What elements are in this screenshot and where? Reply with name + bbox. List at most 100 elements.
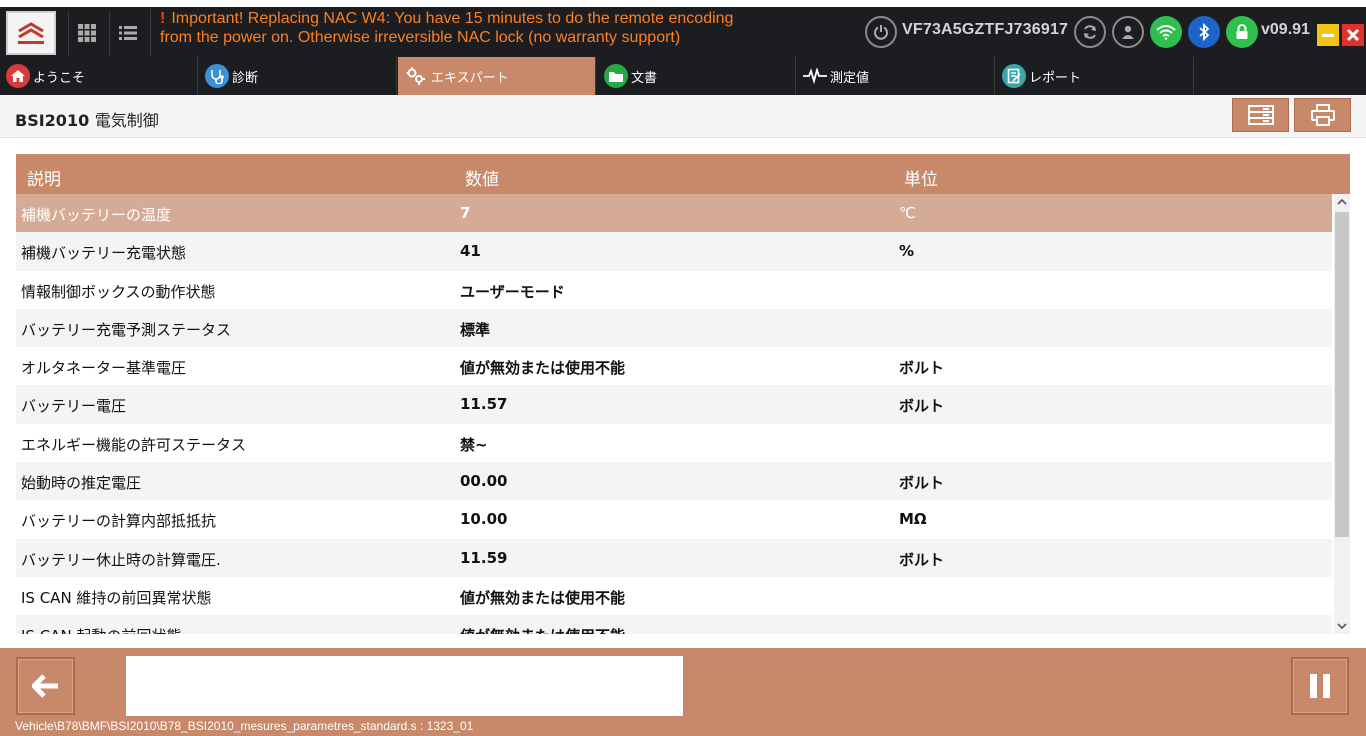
vin-label: VF73A5GZTFJ736917 [902,21,1069,38]
folder-icon [604,64,628,88]
scroll-down-arrow[interactable] [1334,618,1350,634]
arrow-left-icon [31,674,58,698]
tab-report[interactable]: レポート [996,57,1194,95]
message-box [126,656,683,716]
bluetooth-icon [1199,23,1210,41]
sync-button[interactable] [1074,16,1106,48]
cell-value: ユーザーモード [460,282,565,301]
cell-description: バッテリー充電予測ステータス [21,320,232,339]
cell-description: 補機バッテリー充電状態 [21,244,187,263]
cell-description: 始動時の推定電圧 [21,474,142,493]
cell-description: IS CAN 維持の前回異常状態 [21,588,212,607]
cell-unit: ボルト [899,474,945,493]
cell-value: 10.00 [460,510,508,529]
table-row[interactable]: バッテリー充電予測ステータス 標準 [16,308,1332,348]
main-tabs: ようこそ 診断 エキスパート 文書 測定値 レポート [0,57,1366,95]
title-text: 電気制御 [94,111,159,130]
tab-label: ようこそ [33,70,86,86]
table-header: 説明 数値 単位 [16,154,1350,194]
cell-value: 値が無効または使用不能 [460,359,626,378]
cell-value: 値が無効または使用不能 [460,588,626,607]
tab-label: 測定値 [830,70,870,86]
power-button[interactable] [865,16,897,48]
cell-description: バッテリー休止時の計算電圧. [21,550,221,569]
table-body[interactable]: 補機バッテリーの温度 7 ℃ 補機バッテリー充電状態 41 % 情報制御ボックス… [16,194,1332,634]
table-row[interactable]: IS CAN 維持の前回異常状態 値が無効または使用不能 [16,577,1332,615]
column-header-unit: 単位 [904,170,938,190]
cell-unit: % [899,242,915,261]
grid-icon [77,24,96,42]
parameter-select-button[interactable] [1232,98,1289,132]
page-title: BSI2010 電気制御 [15,107,159,131]
bluetooth-status[interactable] [1188,16,1220,48]
table-row[interactable]: オルタネーター基準電圧 値が無効または使用不能 ボルト [16,347,1332,385]
cell-description: オルタネーター基準電圧 [21,359,187,378]
tab-label: 診断 [232,70,259,86]
wifi-status[interactable] [1150,16,1182,48]
home-icon [6,64,30,88]
back-button[interactable] [16,657,75,715]
cell-value: 41 [460,242,481,261]
user-button[interactable] [1112,16,1144,48]
grid-view-button[interactable] [68,11,104,55]
cell-description: IS CAN 起動の前回状態 [21,625,181,634]
cell-unit: ボルト [899,397,945,416]
cell-value: 00.00 [460,472,508,491]
chevron-down-icon [1337,623,1347,630]
table-row[interactable]: 始動時の推定電圧 00.00 ボルト [16,462,1332,501]
list-settings-icon [1247,105,1274,125]
scroll-thumb[interactable] [1335,212,1349,537]
table-scrollbar[interactable] [1334,194,1350,634]
table-row[interactable]: バッテリーの計算内部抵抵抗 10.00 MΩ [16,500,1332,538]
tab-documents[interactable]: 文書 [598,57,796,95]
page-title-bar: BSI2010 電気制御 [0,95,1366,138]
cell-description: 補機バッテリーの温度 [21,206,172,224]
print-button[interactable] [1294,98,1351,132]
tab-label: エキスパート [431,70,509,86]
close-icon [1346,28,1360,42]
table-row[interactable]: バッテリー休止時の計算電圧. 11.59 ボルト [16,538,1332,577]
stethoscope-icon [205,64,229,88]
top-bar: ! Important! Replacing NAC W4: You have 1… [0,0,1366,57]
tab-expert[interactable]: エキスパート [398,57,596,95]
tab-label: レポート [1029,70,1082,86]
table-row[interactable]: バッテリー電圧 11.57 ボルト [16,385,1332,424]
sync-icon [1084,25,1096,39]
report-icon [1002,64,1026,88]
close-button[interactable] [1342,24,1364,46]
tab-welcome[interactable]: ようこそ [0,57,198,95]
pause-icon [1310,674,1330,698]
title-code: BSI2010 [15,111,90,130]
table-row[interactable]: 補機バッテリーの温度 7 ℃ [16,194,1332,233]
warning-message: ! Important! Replacing NAC W4: You have 1… [150,9,850,57]
table-row[interactable]: 補機バッテリー充電状態 41 % [16,232,1332,271]
warning-line-1: Important! Replacing NAC W4: You have 15… [171,10,734,27]
table-row[interactable]: エネルギー機能の許可ステータス 禁~ [16,424,1332,462]
table-row[interactable]: 情報制御ボックスの動作状態 ユーザーモード [16,271,1332,309]
cell-unit: ボルト [899,550,945,569]
cell-description: エネルギー機能の許可ステータス [21,435,247,454]
tab-measurements[interactable]: 測定値 [797,57,995,95]
scroll-up-arrow[interactable] [1334,194,1350,210]
lock-status[interactable] [1226,16,1258,48]
user-icon [1122,25,1134,39]
waveform-icon [803,64,827,88]
bottom-bar: Vehicle\B78\BMF\BSI2010\B78_BSI2010_mesu… [0,648,1366,736]
table-row[interactable]: IS CAN 起動の前回状態 値が無効または使用不能 [16,615,1332,634]
cell-unit: ℃ [899,204,916,222]
minimize-button[interactable] [1317,24,1339,46]
minimize-icon [1322,34,1334,37]
parameters-table: 説明 数値 単位 補機バッテリーの温度 7 ℃ 補機バッテリー充電状態 41 %… [16,154,1350,634]
cell-value: 値が無効または使用不能 [460,625,625,634]
chevron-up-icon [1337,198,1347,205]
cell-description: バッテリーの計算内部抵抵抗 [21,512,217,531]
power-icon [874,25,888,40]
list-icon [118,26,137,40]
tab-diagnosis[interactable]: 診断 [199,57,397,95]
tab-label: 文書 [631,70,658,86]
wifi-icon [1156,25,1176,40]
pause-button[interactable] [1291,657,1349,715]
list-view-button[interactable] [109,11,145,55]
gears-icon [404,64,428,88]
cell-value: 7 [460,204,471,222]
